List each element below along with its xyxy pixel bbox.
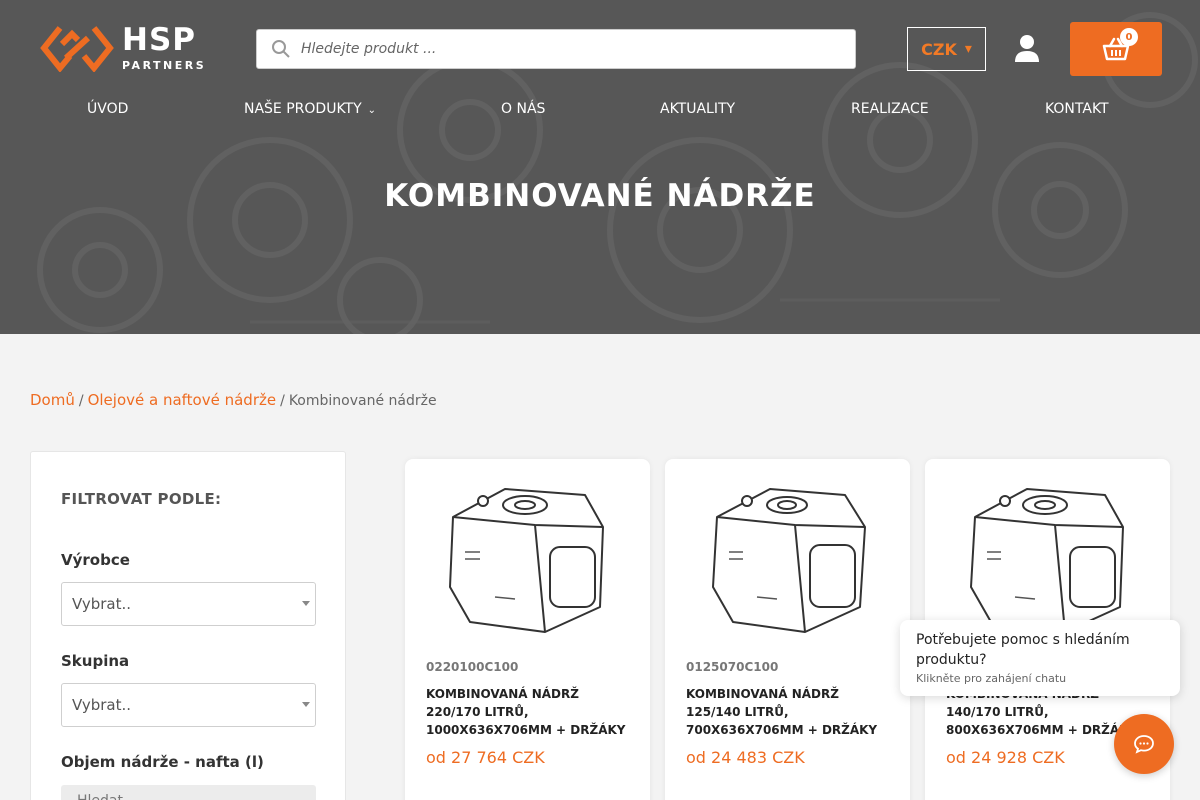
manufacturer-select[interactable]: Vybrat.. bbox=[61, 582, 316, 626]
caret-down-icon: ▾ bbox=[964, 41, 972, 57]
breadcrumb-parent[interactable]: Olejové a naftové nádrže bbox=[88, 391, 277, 409]
brand-subtitle: PARTNERS bbox=[122, 59, 207, 72]
nav-item-about[interactable]: O NÁS bbox=[501, 101, 545, 117]
chat-question: Potřebujete pomoc s hledáním produktu? bbox=[916, 632, 1130, 668]
volume-search-input[interactable]: Hledat bbox=[61, 785, 316, 800]
product-name[interactable]: KOMBINOVANÁ NÁDRŽ 125/140 LITRŮ, 700X636… bbox=[686, 685, 891, 739]
hsp-logo-icon bbox=[40, 26, 114, 72]
user-account-icon[interactable] bbox=[1013, 34, 1041, 64]
product-price: od 24 928 CZK bbox=[946, 748, 1065, 767]
filter-title: FILTROVAT PODLE: bbox=[61, 490, 222, 508]
hero-banner: HSP PARTNERS CZK ▾ 0 ÚVOD NAŠE PRODUKTY ⌄… bbox=[0, 0, 1200, 334]
chat-open-button[interactable] bbox=[1114, 714, 1174, 774]
breadcrumb-current: Kombinované nádrže bbox=[288, 393, 437, 409]
manufacturer-label: Výrobce bbox=[61, 551, 130, 569]
dropdown-arrow-icon bbox=[302, 601, 310, 606]
brand-name: HSP bbox=[122, 22, 196, 58]
logo[interactable]: HSP PARTNERS bbox=[40, 24, 206, 72]
chat-icon bbox=[1134, 735, 1154, 754]
chat-hint: Klikněte pro zahájení chatu bbox=[916, 672, 1067, 685]
main-nav: ÚVOD NAŠE PRODUKTY ⌄ O NÁS AKTUALITY REAL… bbox=[0, 101, 1200, 121]
tank-product-image bbox=[712, 488, 866, 633]
breadcrumb-separator: / bbox=[280, 393, 285, 409]
volume-label: Objem nádrže - nafta (l) bbox=[61, 753, 264, 771]
breadcrumb-separator: / bbox=[78, 393, 84, 409]
product-card[interactable]: 0125070C100 KOMBINOVANÁ NÁDRŽ 125/140 LI… bbox=[665, 459, 910, 800]
chat-prompt-bubble[interactable]: Potřebujete pomoc s hledáním produktu? K… bbox=[900, 620, 1180, 696]
product-card[interactable]: 0220100C100 KOMBINOVANÁ NÁDRŽ 220/170 LI… bbox=[405, 459, 650, 800]
filter-sidebar: FILTROVAT PODLE: Výrobce Vybrat.. Skupin… bbox=[30, 451, 346, 800]
page-title: KOMBINOVANÉ NÁDRŽE bbox=[384, 178, 816, 214]
currency-selector[interactable]: CZK ▾ bbox=[907, 27, 986, 71]
nav-item-products-label: NAŠE PRODUKTY bbox=[244, 101, 362, 117]
cart-count-badge: 0 bbox=[1120, 28, 1138, 46]
currency-value: CZK bbox=[921, 39, 957, 59]
manufacturer-select-value: Vybrat.. bbox=[72, 595, 132, 613]
nav-item-realizations[interactable]: REALIZACE bbox=[851, 101, 929, 117]
cart-button[interactable]: 0 bbox=[1070, 22, 1162, 76]
tank-product-image bbox=[970, 488, 1124, 633]
search-input[interactable] bbox=[301, 31, 855, 67]
tank-product-image bbox=[449, 488, 604, 633]
group-select[interactable]: Vybrat.. bbox=[61, 683, 316, 727]
product-name[interactable]: KOMBINOVANÁ NÁDRŽ 220/170 LITRŮ, 1000X63… bbox=[426, 685, 631, 739]
breadcrumb-home[interactable]: Domů bbox=[30, 391, 75, 409]
nav-item-contact[interactable]: KONTAKT bbox=[1045, 101, 1109, 117]
dropdown-arrow-icon bbox=[302, 702, 310, 707]
nav-item-news[interactable]: AKTUALITY bbox=[660, 101, 735, 117]
group-label: Skupina bbox=[61, 652, 130, 670]
chevron-down-icon: ⌄ bbox=[367, 105, 377, 116]
breadcrumb: Domů / Olejové a naftové nádrže / Kombinovan… bbox=[30, 391, 437, 409]
search-icon[interactable] bbox=[261, 29, 301, 69]
nav-item-products[interactable]: NAŠE PRODUKTY ⌄ bbox=[244, 101, 376, 117]
group-select-value: Vybrat.. bbox=[72, 696, 132, 714]
product-price: od 27 764 CZK bbox=[426, 748, 545, 767]
product-sku: 0220100C100 bbox=[426, 660, 519, 674]
search-bar[interactable] bbox=[256, 29, 856, 69]
nav-item-uvod[interactable]: ÚVOD bbox=[87, 101, 128, 117]
product-price: od 24 483 CZK bbox=[686, 748, 805, 767]
product-sku: 0125070C100 bbox=[686, 660, 779, 674]
